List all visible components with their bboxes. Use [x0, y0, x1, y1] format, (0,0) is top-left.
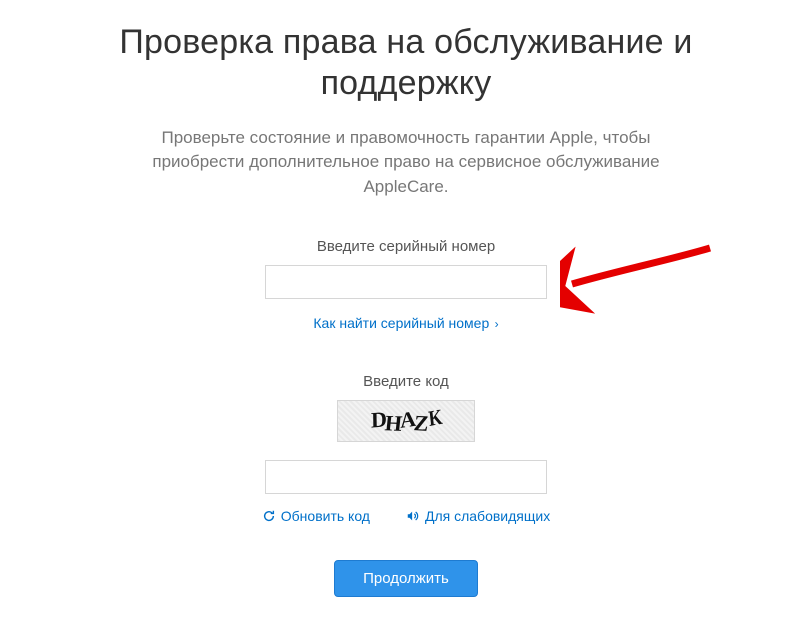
refresh-icon: [262, 509, 276, 523]
page-title: Проверка права на обслуживание и поддерж…: [86, 22, 726, 104]
serial-label: Введите серийный номер: [0, 238, 812, 255]
captcha-image: DHAZK: [337, 400, 475, 442]
continue-button[interactable]: Продолжить: [334, 560, 478, 597]
captcha-links: Обновить код Для слабовидящих: [0, 508, 812, 524]
speaker-icon: [406, 509, 420, 523]
accessibility-captcha-link[interactable]: Для слабовидящих: [406, 508, 550, 524]
find-serial-link-text: Как найти серийный номер: [313, 315, 489, 331]
refresh-captcha-link[interactable]: Обновить код: [262, 508, 370, 524]
find-serial-link[interactable]: Как найти серийный номер ›: [313, 315, 498, 331]
chevron-right-icon: ›: [491, 317, 498, 331]
captcha-image-text: DHAZK: [370, 406, 442, 434]
captcha-input[interactable]: [265, 460, 547, 494]
serial-input[interactable]: [265, 265, 547, 299]
captcha-section: Введите код DHAZK Обновить код: [0, 373, 812, 524]
refresh-captcha-text: Обновить код: [281, 508, 370, 524]
page-subtitle: Проверьте состояние и правомочность гара…: [121, 126, 691, 200]
serial-section: Введите серийный номер Как найти серийны…: [0, 238, 812, 333]
accessibility-captcha-text: Для слабовидящих: [425, 508, 550, 524]
captcha-label: Введите код: [0, 373, 812, 390]
